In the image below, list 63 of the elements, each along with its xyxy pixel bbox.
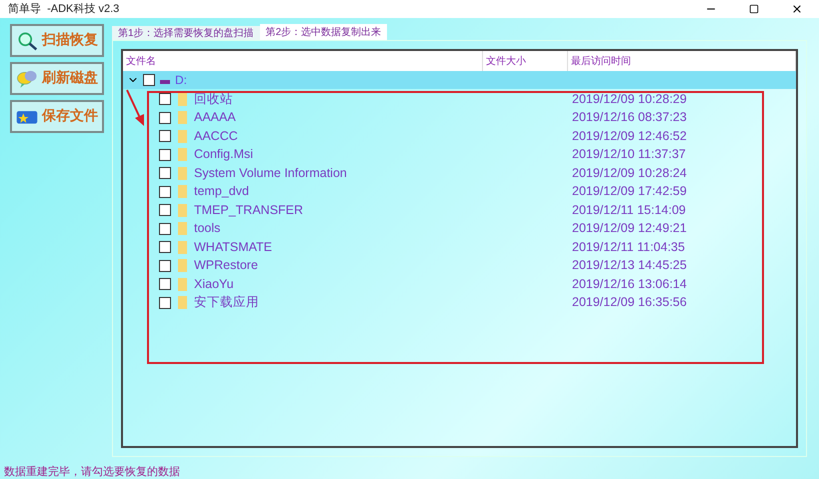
access-time: 2019/12/09 10:28:24: [571, 164, 687, 182]
access-time: 2019/12/09 10:28:29: [571, 90, 687, 108]
drive-label: D:: [175, 72, 187, 89]
folder-name[interactable]: TMEP_TRANSFER: [194, 200, 304, 220]
folder-icon: [178, 166, 187, 180]
folder-icon: [178, 111, 187, 124]
folder-name[interactable]: AACCC: [194, 126, 238, 146]
folder-icon: [178, 204, 187, 217]
folder-icon: [178, 185, 187, 198]
folder-icon: [178, 130, 187, 143]
close-icon[interactable]: [791, 3, 803, 15]
folder-name[interactable]: tools: [194, 219, 220, 238]
access-time: 2019/12/10 11:37:37: [571, 146, 686, 164]
tree-row[interactable]: D:: [123, 71, 796, 89]
checkbox[interactable]: [159, 204, 171, 216]
access-time: 2019/12/09 12:49:21: [571, 220, 687, 238]
sidebar-button[interactable]: 扫描恢复: [10, 24, 104, 57]
checkbox[interactable]: [159, 186, 171, 198]
checkbox[interactable]: [159, 241, 171, 254]
access-time: 2019/12/09 17:42:59: [571, 183, 687, 200]
checkbox[interactable]: [159, 260, 171, 272]
magnifier-icon: [16, 30, 38, 52]
tab[interactable]: 第1步：选择需要恢复的盘扫描: [112, 26, 260, 40]
access-time: 2019/12/11 11:04:35: [571, 238, 685, 256]
drive-icon: [160, 80, 170, 84]
maximize-icon[interactable]: [749, 4, 759, 14]
folder-name[interactable]: 安下载应用: [194, 293, 259, 312]
folder-icon: [178, 92, 187, 106]
tab[interactable]: 第2步：选中数据复制出来: [260, 24, 388, 40]
checkbox[interactable]: [159, 296, 171, 309]
checkbox[interactable]: [159, 93, 171, 106]
checkbox[interactable]: [159, 167, 171, 180]
window-title: 简单导 -ADK科技 v2.3: [8, 2, 120, 17]
folder-name[interactable]: 回收站: [194, 90, 233, 109]
folder-name[interactable]: Config.Msi: [194, 145, 254, 164]
folder-icon: [178, 259, 187, 272]
pointer-arrow: [125, 88, 147, 128]
access-time: 2019/12/09 16:35:56: [571, 294, 687, 312]
folder-icon: [178, 222, 187, 236]
folder-name[interactable]: WPRestore: [194, 256, 258, 276]
status-text: 数据重建完毕，请勾选要恢复的数据: [4, 464, 180, 479]
access-time: 2019/12/11 15:14:09: [571, 202, 686, 219]
access-time: 2019/12/13 14:45:25: [571, 257, 687, 274]
checkbox[interactable]: [159, 148, 171, 161]
folder-icon: [178, 148, 187, 162]
folder-icon: [178, 240, 187, 254]
folder-icon: [178, 296, 187, 310]
folder-name[interactable]: System Volume Information: [194, 164, 347, 183]
sidebar-button[interactable]: 刷新磁盘: [10, 62, 104, 95]
folder-name[interactable]: XiaoYu: [194, 274, 234, 294]
access-time: 2019/12/09 12:46:52: [571, 128, 687, 145]
checkbox[interactable]: [159, 112, 171, 124]
folder-name[interactable]: AAAAA: [194, 108, 236, 128]
checkbox[interactable]: [143, 74, 155, 86]
folder-icon: [178, 278, 187, 291]
access-time: 2019/12/16 13:06:14: [571, 276, 687, 293]
checkbox[interactable]: [159, 130, 171, 142]
checkbox[interactable]: [159, 278, 171, 290]
checkbox[interactable]: [159, 222, 171, 235]
folder-name[interactable]: temp_dvd: [194, 182, 249, 202]
access-time: 2019/12/16 08:37:23: [571, 109, 687, 126]
sidebar-button[interactable]: 保存文件: [10, 100, 104, 133]
folder-name[interactable]: WHATSMATE: [194, 238, 272, 257]
